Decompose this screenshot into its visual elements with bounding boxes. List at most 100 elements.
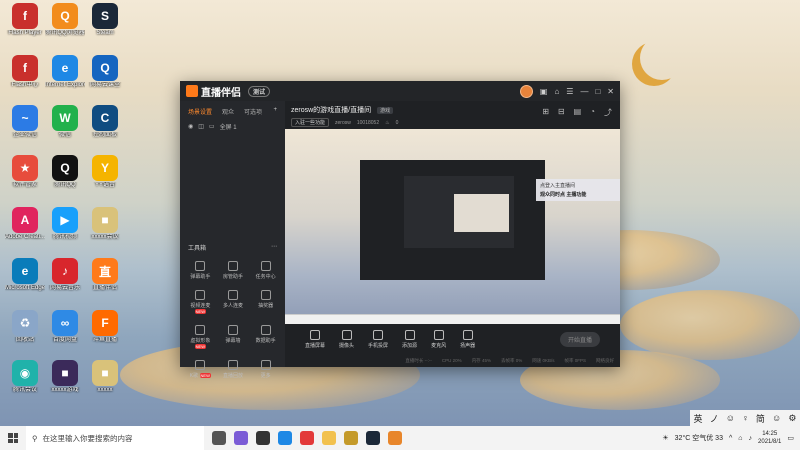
taskbar-search[interactable]: ⚲ 在这里输入你要搜索的内容	[26, 426, 204, 450]
ime-item[interactable]: ☺	[772, 413, 781, 423]
desktop-icon[interactable]: ◉ 腾讯会议	[5, 360, 45, 394]
store-icon[interactable]	[256, 431, 270, 445]
ime-item[interactable]: ノ	[710, 412, 719, 425]
snagit-icon[interactable]	[234, 431, 248, 445]
stream-preview[interactable]: 点登入主直播间 观众同时点 主播功能	[285, 129, 620, 324]
add-icon[interactable]: +	[273, 107, 277, 116]
maximize-button[interactable]: □	[595, 87, 600, 96]
app-orange-icon[interactable]	[388, 431, 402, 445]
volume-icon[interactable]: ♪	[749, 435, 753, 442]
desktop-icon-label: 腾讯会议	[12, 387, 37, 393]
ime-item[interactable]: 简	[756, 412, 765, 425]
desktop-icon-label: 网易云音乐	[49, 285, 80, 291]
tool-item[interactable]: 直播回放	[217, 360, 250, 379]
clock[interactable]: 14:25 2021/8/1	[758, 430, 781, 446]
scene-item[interactable]: ◉ ◫ ▭ 全屏 1	[180, 120, 285, 133]
desktop-icon[interactable]: ∞ 百度网盘	[45, 310, 85, 344]
tool-item[interactable]: 弹幕助手	[184, 261, 217, 280]
task-view-icon[interactable]	[212, 431, 226, 445]
desktop-icon[interactable]: Y YY语音	[85, 155, 125, 189]
desktop-icon[interactable]: ~ 企业微信	[5, 105, 45, 139]
tool-item[interactable]: 房管助手	[217, 261, 250, 280]
ime-item[interactable]: ♀	[742, 413, 749, 423]
source-control[interactable]: 手机投屏	[368, 329, 388, 349]
network-icon[interactable]: ⌂	[738, 435, 742, 442]
source-control[interactable]: 添加源	[402, 329, 417, 349]
close-button[interactable]: ✕	[607, 87, 614, 96]
app-icon: e	[52, 55, 78, 81]
source-control[interactable]: 摄像头	[339, 329, 354, 349]
tool-item[interactable]: 多人连麦	[217, 290, 250, 315]
start-button[interactable]	[0, 433, 26, 443]
version-tag[interactable]: 测试	[248, 85, 271, 97]
avatar[interactable]	[519, 84, 533, 98]
tool-item[interactable]: 弹幕墙	[217, 325, 250, 350]
desktop-icon[interactable]: F 斗鱼直播	[85, 310, 125, 344]
lock-icon[interactable]: ⊟	[558, 107, 565, 118]
category-button[interactable]: 入驻一些功能	[291, 118, 330, 127]
start-live-button[interactable]: 开始直播	[559, 331, 600, 347]
tool-item[interactable]: 任务中心	[249, 261, 282, 280]
steam-icon[interactable]	[366, 431, 380, 445]
preview-notice[interactable]: 点登入主直播间 观众同时点 主播功能	[536, 179, 620, 201]
source-control[interactable]: 麦克风	[431, 329, 446, 349]
minimize-button[interactable]: —	[580, 87, 588, 96]
ime-item[interactable]: 英	[694, 412, 703, 425]
desktop-icon[interactable]: ♻ 回收站	[5, 310, 45, 344]
tool-item[interactable]: 视频连麦 NEW	[184, 290, 217, 315]
desktop-icon[interactable]: C 控制面板	[85, 105, 125, 139]
notification-icon[interactable]: ◔	[590, 107, 595, 118]
settings-icon[interactable]: ☰	[566, 87, 573, 96]
notification-center-icon[interactable]: ▭	[787, 434, 794, 442]
tool-item[interactable]: 数据助手	[249, 325, 282, 350]
likes-count: 0	[395, 119, 399, 126]
desktop-icon[interactable]: ■ xxxxx游戏	[45, 360, 85, 394]
desktop-icon[interactable]: W 微信	[45, 105, 85, 139]
grid-icon[interactable]: ⊞	[542, 107, 549, 118]
desktop-icon[interactable]: ▶ 腾讯视频	[45, 207, 85, 241]
share-icon[interactable]: ⤴	[604, 107, 612, 118]
tab-options[interactable]: 可选项	[244, 107, 262, 116]
desktop-icon[interactable]: f Flash Player	[5, 3, 45, 37]
room-number: 10018052	[356, 119, 380, 126]
desktop-icon-label: 腾讯QQ浏览器	[45, 30, 85, 36]
ime-item[interactable]: ☺	[726, 413, 735, 423]
edge-icon[interactable]	[278, 431, 292, 445]
shirt-icon[interactable]: ⌂	[554, 87, 559, 96]
tray-expand-icon[interactable]: ^	[729, 435, 732, 442]
tool-item[interactable]: 更多	[249, 360, 282, 379]
ime-item[interactable]: ⚙	[788, 413, 796, 424]
stream-category-tag[interactable]: 游戏	[377, 106, 394, 114]
layout-icon[interactable]: ▤	[574, 107, 582, 118]
tab-scene[interactable]: 场景设置	[188, 107, 212, 116]
tool-item[interactable]: K歌 NEW	[184, 360, 217, 379]
tool-item[interactable]: 抽奖器	[249, 290, 282, 315]
desktop-icon[interactable]: 直 直播伴侣	[85, 258, 125, 292]
source-control[interactable]: 扬声器	[460, 329, 475, 349]
desktop-icon[interactable]: e Microsoft Edge	[5, 258, 45, 292]
desktop-icon[interactable]: Q 网易云课堂	[85, 55, 125, 89]
desktop-icon[interactable]: e Internet Explorer	[45, 55, 85, 89]
app-red-icon[interactable]	[300, 431, 314, 445]
desktop-icon[interactable]: ★ 软件管家	[5, 155, 45, 189]
gift-icon[interactable]: ▣	[540, 87, 548, 96]
live-companion-icon[interactable]	[344, 431, 358, 445]
lock-icon[interactable]: ◫	[198, 123, 204, 130]
eye-icon[interactable]: ◉	[188, 123, 193, 130]
desktop-icon[interactable]: Q 腾讯QQ浏览器	[45, 3, 85, 37]
source-control[interactable]: 直播屏幕	[305, 329, 325, 349]
desktop-icon[interactable]: f Flash中心	[5, 55, 45, 89]
desktop-icon[interactable]: ■ xxxxx会议	[85, 207, 125, 241]
desktop-icon[interactable]: S Steam	[85, 3, 125, 37]
desktop-icon[interactable]: ♪ 网易云音乐	[45, 258, 85, 292]
weather-text[interactable]: 32°C 空气优 33	[675, 433, 723, 443]
more-icon[interactable]: ⋯	[271, 243, 277, 252]
file-explorer-icon[interactable]	[322, 431, 336, 445]
desktop-icon-label: 企业微信	[12, 132, 37, 138]
desktop-icon[interactable]: A Adobe Creati...	[5, 207, 45, 241]
stream-title[interactable]: zerosw的游戏直播/直播间	[291, 105, 371, 115]
tab-audience[interactable]: 观众	[222, 107, 234, 116]
desktop-icon[interactable]: Q 腾讯QQ	[45, 155, 85, 189]
tool-item[interactable]: 虚拟形象 NEW	[184, 325, 217, 350]
desktop-icon[interactable]: ■ xxxxx	[85, 360, 125, 394]
